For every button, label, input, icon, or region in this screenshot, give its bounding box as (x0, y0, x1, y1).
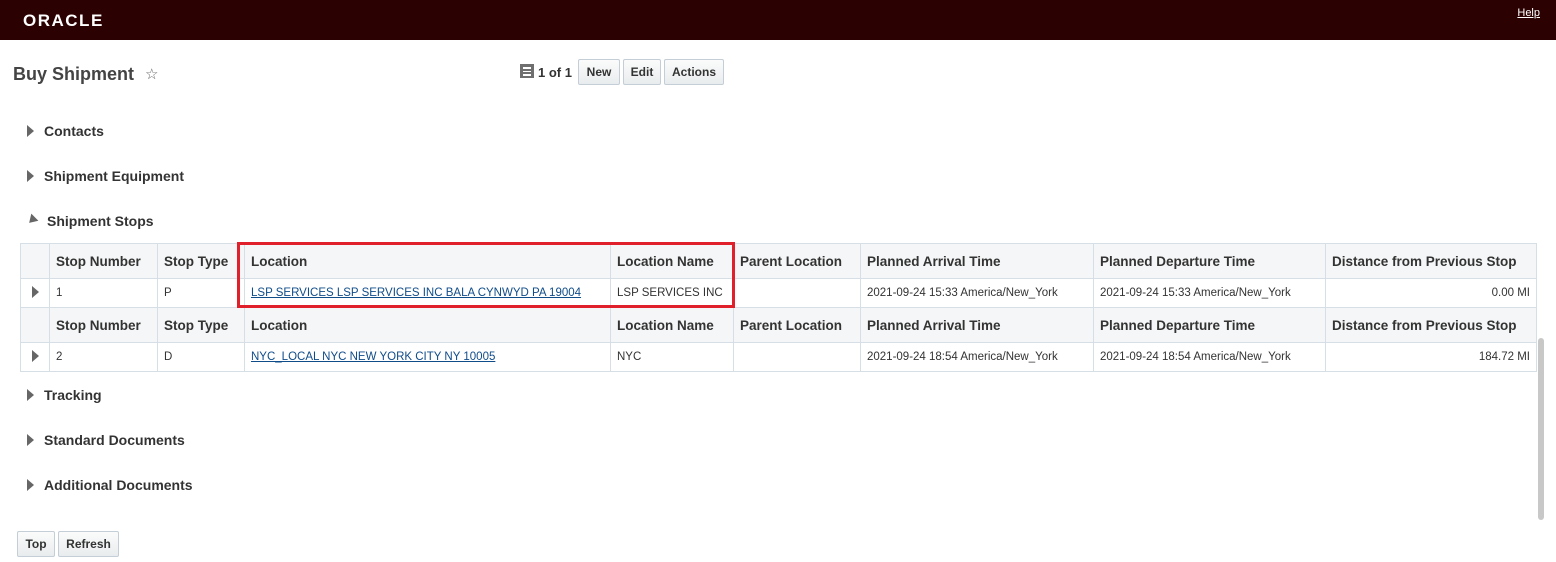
location-link[interactable]: NYC_LOCAL NYC NEW YORK CITY NY 10005 (251, 351, 495, 363)
expand-icon (27, 170, 34, 182)
column-header-planned-departure[interactable]: Planned Departure Time (1093, 243, 1326, 279)
column-header-expander (20, 243, 50, 279)
vertical-scrollbar[interactable] (1538, 338, 1544, 520)
favorite-star-icon[interactable]: ☆ (145, 65, 158, 83)
expand-icon (27, 479, 34, 491)
new-button[interactable]: New (578, 59, 620, 85)
parent-location-cell (733, 342, 861, 372)
record-list-icon[interactable] (520, 64, 534, 78)
section-label: Additional Documents (44, 477, 193, 493)
column-header-planned-arrival[interactable]: Planned Arrival Time (860, 307, 1094, 343)
section-shipment-equipment[interactable]: Shipment Equipment (27, 166, 184, 186)
location-cell: LSP SERVICES LSP SERVICES INC BALA CYNWY… (244, 278, 611, 308)
column-header-location[interactable]: Location (244, 243, 611, 279)
location-cell: NYC_LOCAL NYC NEW YORK CITY NY 10005 (244, 342, 611, 372)
page-title: Buy Shipment (13, 64, 135, 84)
expand-icon (27, 125, 34, 137)
section-standard-documents[interactable]: Standard Documents (27, 430, 185, 450)
stop-type-cell: P (157, 278, 245, 308)
row-expand-button[interactable] (20, 342, 50, 372)
shipment-stops-table: Stop Number Stop Type Location Location … (20, 243, 1537, 372)
section-contacts[interactable]: Contacts (27, 121, 104, 141)
expand-icon (27, 434, 34, 446)
stop-number-cell: 1 (49, 278, 158, 308)
section-label: Contacts (44, 123, 104, 139)
column-header-stop-type[interactable]: Stop Type (157, 307, 245, 343)
column-header-parent-location[interactable]: Parent Location (733, 307, 861, 343)
section-label: Tracking (44, 387, 102, 403)
column-header-location[interactable]: Location (244, 307, 611, 343)
column-header-location-name[interactable]: Location Name (610, 243, 734, 279)
table-row: 1 P LSP SERVICES LSP SERVICES INC BALA C… (20, 278, 1537, 308)
top-bar: ORACLE Help (0, 0, 1556, 40)
column-header-stop-number[interactable]: Stop Number (49, 307, 158, 343)
section-label: Shipment Equipment (44, 168, 184, 184)
column-header-location-name[interactable]: Location Name (610, 307, 734, 343)
section-label: Shipment Stops (47, 213, 154, 229)
edit-button[interactable]: Edit (623, 59, 661, 85)
distance-cell: 184.72 MI (1325, 342, 1537, 372)
record-pager: 1 of 1 (538, 65, 572, 80)
planned-departure-cell: 2021-09-24 15:33 America/New_York (1093, 278, 1326, 308)
top-button[interactable]: Top (17, 531, 55, 557)
help-link[interactable]: Help (1517, 7, 1540, 19)
planned-arrival-cell: 2021-09-24 18:54 America/New_York (860, 342, 1094, 372)
location-name-cell: LSP SERVICES INC (610, 278, 734, 308)
expand-icon (27, 389, 34, 401)
column-header-parent-location[interactable]: Parent Location (733, 243, 861, 279)
planned-departure-cell: 2021-09-24 18:54 America/New_York (1093, 342, 1326, 372)
section-label: Standard Documents (44, 432, 185, 448)
expand-icon (31, 349, 39, 362)
oracle-logo: ORACLE (23, 11, 104, 30)
column-header-planned-departure[interactable]: Planned Departure Time (1093, 307, 1326, 343)
location-link[interactable]: LSP SERVICES LSP SERVICES INC BALA CYNWY… (251, 287, 581, 299)
stop-number-cell: 2 (49, 342, 158, 372)
actions-button[interactable]: Actions (664, 59, 724, 85)
column-header-stop-number[interactable]: Stop Number (49, 243, 158, 279)
distance-cell: 0.00 MI (1325, 278, 1537, 308)
section-shipment-stops[interactable]: Shipment Stops (25, 211, 154, 231)
column-header-distance[interactable]: Distance from Previous Stop (1325, 307, 1537, 343)
location-name-cell: NYC (610, 342, 734, 372)
section-tracking[interactable]: Tracking (27, 385, 102, 405)
row-expand-button[interactable] (20, 278, 50, 308)
column-header-stop-type[interactable]: Stop Type (157, 243, 245, 279)
column-header-expander (20, 307, 50, 343)
section-additional-documents[interactable]: Additional Documents (27, 475, 193, 495)
column-header-distance[interactable]: Distance from Previous Stop (1325, 243, 1537, 279)
parent-location-cell (733, 278, 861, 308)
table-header-row: Stop Number Stop Type Location Location … (20, 307, 1537, 343)
column-header-planned-arrival[interactable]: Planned Arrival Time (860, 243, 1094, 279)
collapse-icon (25, 213, 39, 227)
expand-icon (31, 285, 39, 298)
refresh-button[interactable]: Refresh (58, 531, 119, 557)
table-header-row: Stop Number Stop Type Location Location … (20, 243, 1537, 279)
stop-type-cell: D (157, 342, 245, 372)
planned-arrival-cell: 2021-09-24 15:33 America/New_York (860, 278, 1094, 308)
table-row: 2 D NYC_LOCAL NYC NEW YORK CITY NY 10005… (20, 342, 1537, 372)
